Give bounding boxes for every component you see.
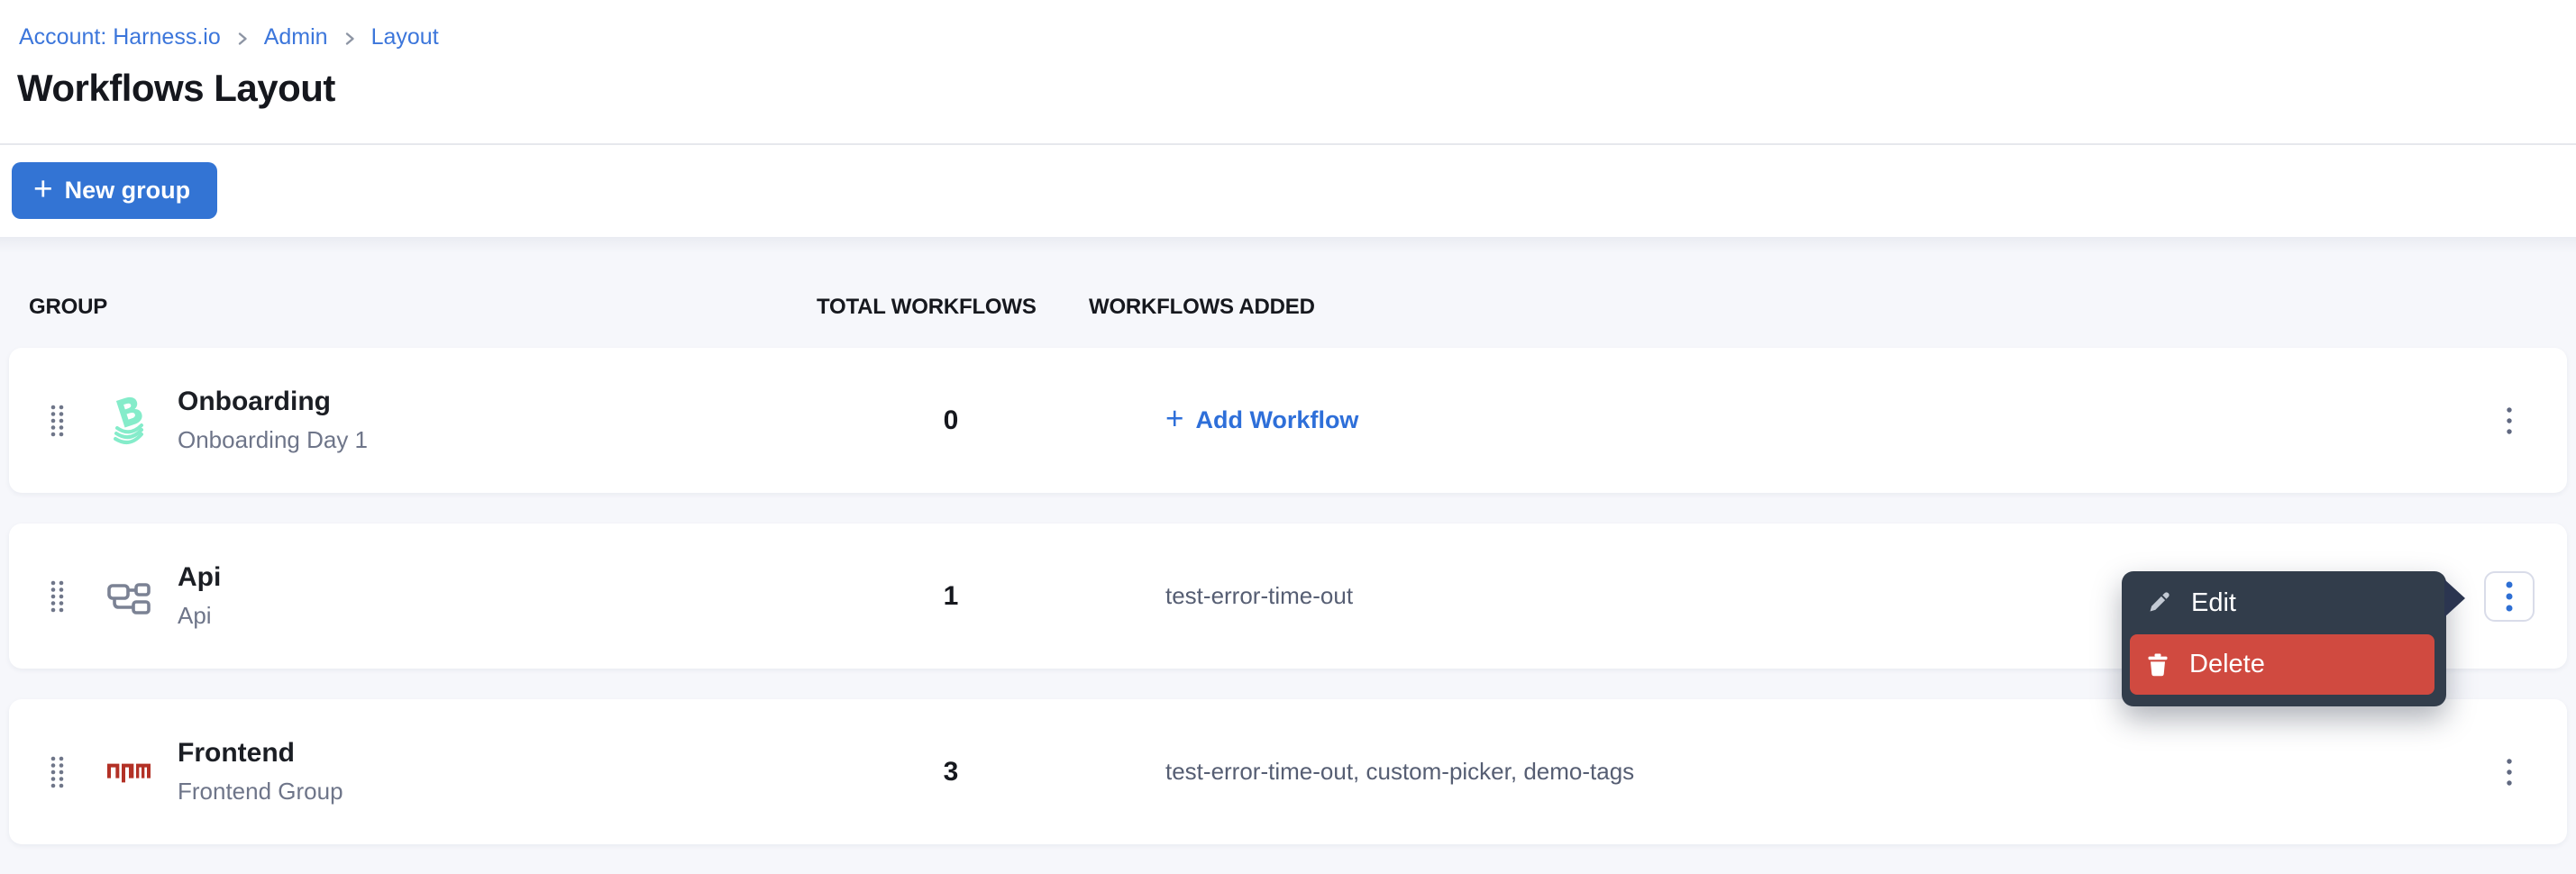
new-group-button[interactable]: + New group <box>12 162 217 219</box>
group-row-onboarding: Onboarding Onboarding Day 1 0 + Add Work… <box>9 348 2567 493</box>
add-workflow-link[interactable]: + Add Workflow <box>1165 406 1358 434</box>
group-name-cell: Frontend Frontend Group <box>178 699 343 844</box>
group-description: Api <box>178 602 212 630</box>
workflows-added-value: test-error-time-out, custom-picker, demo… <box>1165 699 1634 844</box>
row-context-menu: Edit Delete <box>2122 571 2446 706</box>
drag-handle[interactable] <box>50 348 65 493</box>
header-divider <box>0 143 2576 145</box>
drag-handle[interactable] <box>50 523 65 669</box>
group-description: Frontend Group <box>178 778 343 806</box>
workflows-layout-page: Account: Harness.io Admin Layout Workflo… <box>0 0 2576 874</box>
total-workflows-value: 3 <box>834 699 1068 844</box>
pencil-icon <box>2147 591 2170 615</box>
group-name: Onboarding <box>178 387 331 417</box>
npm-logo-icon <box>101 699 157 844</box>
workflow-tree-icon <box>101 523 157 669</box>
group-name: Api <box>178 562 221 593</box>
breadcrumb-admin-link[interactable]: Admin <box>264 24 328 50</box>
row-menu-button[interactable] <box>2484 747 2535 797</box>
column-header-workflows-added: WORKFLOWS ADDED <box>1089 295 1315 320</box>
total-workflows-value: 1 <box>834 523 1068 669</box>
group-description: Onboarding Day 1 <box>178 426 368 454</box>
add-workflow-label: Add Workflow <box>1195 406 1358 434</box>
drag-handle[interactable] <box>50 699 65 844</box>
kebab-dots-icon <box>2506 581 2513 612</box>
chevron-right-icon <box>236 32 249 46</box>
row-menu-button-open[interactable] <box>2484 571 2535 622</box>
workflows-added-cell: + Add Workflow <box>1165 348 1358 493</box>
menu-delete-label: Delete <box>2189 650 2265 679</box>
grip-dots-icon <box>50 404 65 438</box>
menu-item-edit[interactable]: Edit <box>2122 571 2446 634</box>
column-header-group: GROUP <box>29 295 107 320</box>
kebab-dots-icon <box>2506 406 2513 435</box>
grip-dots-icon <box>50 755 65 789</box>
onboarding-stack-logo-icon <box>101 348 157 493</box>
group-name: Frontend <box>178 738 295 769</box>
workflows-added-value: test-error-time-out <box>1165 523 1353 669</box>
plus-icon: + <box>1165 403 1183 434</box>
breadcrumb-layout-link[interactable]: Layout <box>371 24 439 50</box>
breadcrumb: Account: Harness.io Admin Layout <box>19 24 439 50</box>
column-header-total-workflows: TOTAL WORKFLOWS <box>817 295 1037 320</box>
group-name-cell: Onboarding Onboarding Day 1 <box>178 348 368 493</box>
page-title: Workflows Layout <box>17 67 335 110</box>
new-group-label: New group <box>65 177 191 205</box>
menu-item-delete[interactable]: Delete <box>2130 634 2434 695</box>
trash-icon <box>2147 653 2169 677</box>
menu-edit-label: Edit <box>2191 588 2236 618</box>
menu-arrow <box>2444 579 2465 617</box>
workflow-groups-table: GROUP TOTAL WORKFLOWS WORKFLOWS ADDED <box>0 237 2576 874</box>
group-name-cell: Api Api <box>178 523 221 669</box>
chevron-right-icon <box>343 32 356 46</box>
total-workflows-value: 0 <box>834 348 1068 493</box>
kebab-dots-icon <box>2506 758 2513 787</box>
row-menu-button[interactable] <box>2484 396 2535 446</box>
group-row-frontend: Frontend Frontend Group 3 test-error-tim… <box>9 699 2567 844</box>
grip-dots-icon <box>50 579 65 614</box>
plus-icon: + <box>33 172 53 205</box>
breadcrumb-account-link[interactable]: Account: Harness.io <box>19 24 221 50</box>
